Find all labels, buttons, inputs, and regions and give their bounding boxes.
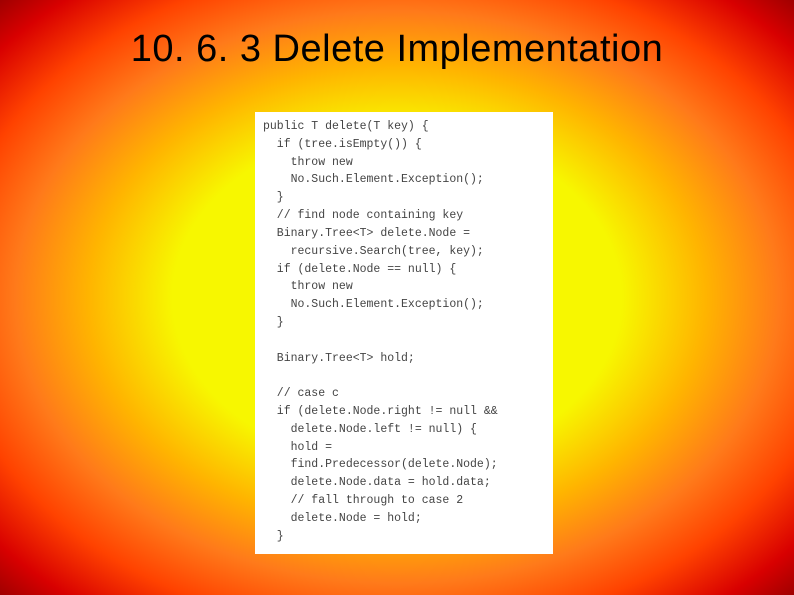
- slide: 10. 6. 3 Delete Implementation public T …: [0, 0, 794, 595]
- slide-title: 10. 6. 3 Delete Implementation: [0, 28, 794, 71]
- code-block: public T delete(T key) { if (tree.isEmpt…: [255, 112, 553, 554]
